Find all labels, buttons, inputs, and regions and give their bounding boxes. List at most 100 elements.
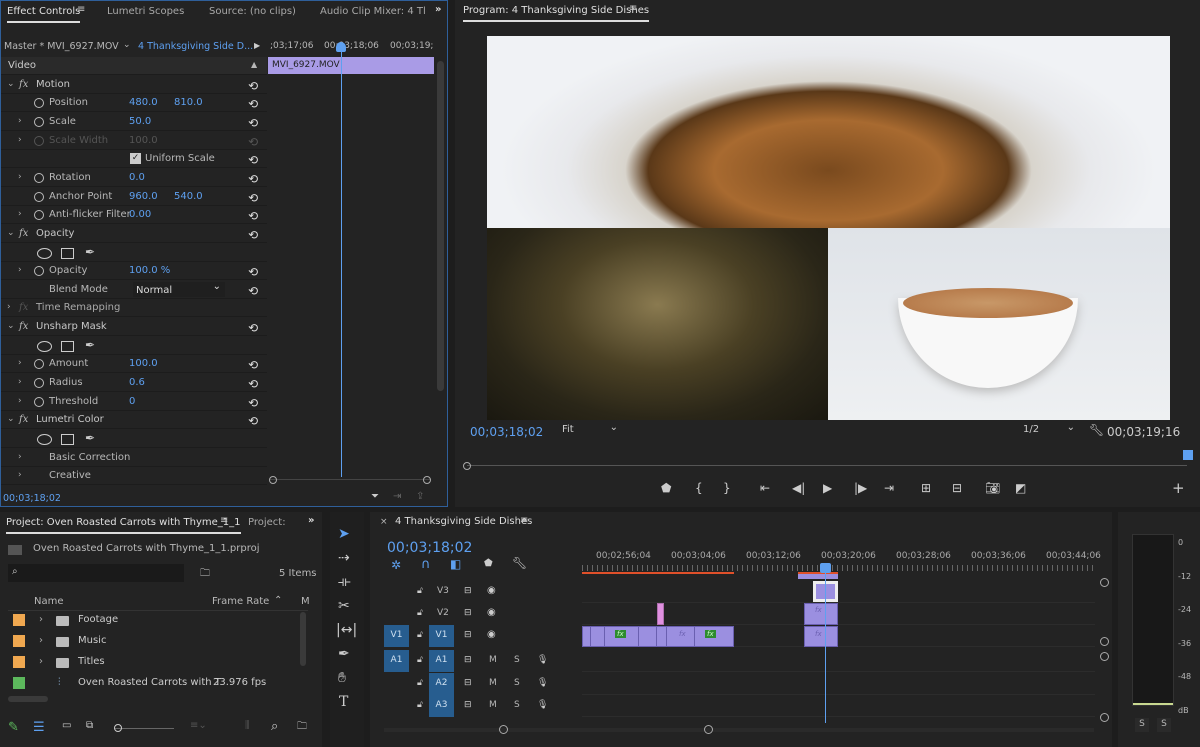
solo-button[interactable]: S [514, 678, 520, 688]
label-color-swatch[interactable] [13, 614, 25, 626]
effect-row[interactable]: › Amount 100.0 ⟲ [1, 355, 267, 374]
project-search-input[interactable]: ⌕ [8, 564, 184, 582]
video-scroll-handle-top[interactable] [1100, 578, 1109, 587]
source-patch-A1[interactable]: A1 [384, 650, 409, 672]
twirl-icon[interactable]: ⌄ [7, 321, 15, 331]
zoom-handle-right[interactable] [423, 476, 431, 484]
twirl-icon[interactable]: › [18, 116, 22, 126]
effect-row[interactable]: › Opacity 100.0 % ⟲ [1, 262, 267, 281]
reset-icon[interactable]: ⟲ [248, 209, 258, 223]
pen-tool-icon[interactable]: ✒ [338, 646, 350, 662]
step-forward-button[interactable]: |▶ [854, 481, 867, 495]
timeline-timecode[interactable]: 00;03;18;02 [387, 540, 472, 556]
lock-icon[interactable]: 🔓︎ [417, 608, 423, 618]
rectangle-mask-icon[interactable] [61, 434, 74, 445]
go-to-in-button[interactable]: ⇤ [760, 481, 770, 495]
new-search-bin-icon[interactable]: 🗀 [200, 566, 210, 583]
property-value[interactable]: 0 [129, 396, 135, 407]
pen-mask-icon[interactable]: ✒ [85, 338, 95, 352]
project-item[interactable]: › Footage [8, 610, 300, 631]
property-value[interactable]: 810.0 [174, 97, 203, 108]
ec-scrollbar[interactable] [437, 61, 444, 391]
fx-icon[interactable]: fx [19, 79, 28, 90]
eye-icon[interactable]: ◉ [487, 629, 496, 640]
reset-icon[interactable]: ⟲ [248, 265, 258, 279]
twirl-icon[interactable]: › [18, 135, 22, 145]
effect-row[interactable]: › Radius 0.6 ⟲ [1, 374, 267, 393]
stopwatch-icon[interactable] [34, 378, 44, 389]
go-to-out-button[interactable]: ⇥ [884, 481, 894, 495]
program-playhead-timecode[interactable]: 00;03;18;02 [470, 425, 543, 439]
project-item[interactable]: › Titles [8, 652, 300, 673]
stopwatch-icon[interactable] [34, 191, 44, 202]
mark-in-button[interactable]: { [695, 481, 703, 495]
twirl-icon[interactable]: ⌄ [7, 228, 15, 238]
reset-icon[interactable]: ⟲ [248, 228, 258, 242]
twirl-icon[interactable]: ⌄ [7, 414, 15, 424]
v2-pink-clip[interactable] [657, 603, 664, 625]
label-color-swatch[interactable] [13, 656, 25, 668]
project-scrollbar[interactable] [300, 612, 306, 666]
ec-time-ruler[interactable]: ;03;17;06 00;03;18;06 00;03;19; [267, 37, 437, 55]
sequence-clip-link[interactable]: 4 Thanksgiving Side D... [138, 41, 253, 52]
program-video-frame[interactable] [487, 36, 1170, 420]
reset-icon[interactable]: ⟲ [248, 172, 258, 186]
sync-lock-icon[interactable]: ⊟ [464, 700, 472, 710]
reset-icon[interactable]: ⟲ [248, 191, 258, 205]
type-tool-icon[interactable]: T [339, 694, 348, 710]
tab-lumetri-scopes[interactable]: Lumetri Scopes [107, 6, 184, 17]
effect-row[interactable]: ⌄ fx Unsharp Mask ⟲ [1, 318, 267, 337]
reset-icon[interactable]: ⟲ [248, 321, 258, 335]
effect-row[interactable]: ✒ [1, 244, 267, 262]
lock-icon[interactable]: 🔓︎ [417, 586, 423, 596]
reset-icon[interactable]: ⟲ [248, 153, 258, 167]
property-value[interactable]: 100.0 [129, 358, 158, 369]
lock-icon[interactable]: 🔓︎ [417, 700, 423, 710]
twirl-icon[interactable]: › [18, 172, 22, 182]
property-value[interactable]: 50.0 [129, 116, 151, 127]
lock-icon[interactable]: 🔓︎ [417, 655, 423, 665]
add-marker-button[interactable]: ⬟ [661, 481, 671, 495]
share-icon[interactable]: ⇪ [416, 491, 424, 502]
zoom-slider[interactable] [114, 724, 174, 732]
program-scrubber[interactable] [463, 450, 1193, 470]
effect-row[interactable]: ⌄ fx Opacity ⟲ [1, 225, 267, 243]
sort-icon[interactable]: ≡⌄ [190, 720, 207, 731]
twirl-icon[interactable]: › [18, 265, 22, 275]
more-tabs-icon[interactable]: » [435, 4, 441, 15]
selection-tool-icon[interactable]: ➤ [338, 526, 350, 542]
track-lane[interactable] [582, 650, 1095, 672]
microphone-icon[interactable]: 🎙︎ [537, 678, 548, 688]
twirl-icon[interactable]: › [18, 358, 22, 368]
track-select-tool-icon[interactable]: ⇢ [338, 550, 350, 566]
mute-button[interactable]: M [489, 700, 497, 710]
twirl-icon[interactable]: › [18, 470, 22, 480]
lift-button[interactable]: ⊞ [921, 481, 931, 495]
reset-icon[interactable]: ⟲ [248, 284, 258, 298]
step-back-button[interactable]: ◀| [792, 481, 805, 495]
ec-clip-bar[interactable]: MVI_6927.MOV [268, 57, 434, 74]
project-item[interactable]: ⫶ Oven Roasted Carrots with T 23.976 fps [8, 673, 300, 694]
ellipse-mask-icon[interactable] [37, 247, 52, 259]
filter-icon[interactable]: ⏷ [371, 491, 379, 502]
timeline-settings-icon[interactable]: 🔧︎ [512, 556, 527, 570]
button-editor-plus[interactable]: + [1172, 479, 1185, 497]
microphone-icon[interactable]: 🎙︎ [537, 655, 548, 665]
play-triangle-icon[interactable]: ▶ [254, 41, 260, 50]
sync-lock-icon[interactable]: ⊟ [464, 586, 472, 596]
solo-left-button[interactable]: S [1135, 718, 1149, 732]
collapse-icon[interactable]: ▲ [251, 60, 257, 69]
reset-icon[interactable]: ⟲ [248, 97, 258, 111]
stopwatch-icon[interactable] [34, 116, 44, 127]
twirl-icon[interactable]: › [18, 452, 22, 462]
eye-icon[interactable]: ◉ [487, 607, 496, 618]
snap-icon[interactable]: ∩ [421, 557, 431, 572]
sync-lock-icon[interactable]: ⊟ [464, 655, 472, 665]
effect-row[interactable]: ✓ Uniform Scale ⟲ [1, 150, 267, 169]
rectangle-mask-icon[interactable] [61, 247, 74, 259]
stopwatch-icon[interactable] [34, 396, 44, 407]
comparison-view-button[interactable]: ◩ [1015, 481, 1026, 495]
close-sequence-icon[interactable]: × [380, 517, 388, 527]
track-target-A1[interactable]: A1 [429, 650, 454, 672]
track-target-V2[interactable]: V2 [437, 608, 449, 618]
